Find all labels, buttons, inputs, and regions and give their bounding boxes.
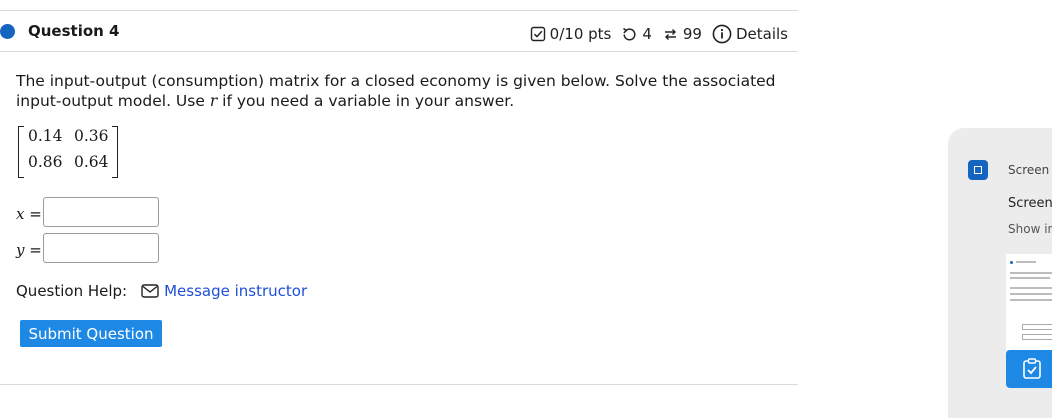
details-button[interactable]: Details [712,24,788,44]
screen-capture-icon [968,160,988,180]
panel-title: Screen [1008,196,1052,211]
message-instructor-link[interactable]: Message instructor [141,282,307,300]
submit-question-button[interactable]: Submit Question [20,320,162,347]
question-meta: 0/10 pts 4 99 Details [520,24,788,44]
thumbnail-line [1010,299,1052,301]
matrix-cell: 0.86 [28,153,63,171]
panel-header: Screen [968,160,1049,180]
question-help: Question Help: Message instructor [16,282,307,300]
x-answer-input[interactable] [43,197,159,227]
attempts-indicator: 99 [662,25,702,43]
matrix-right-bracket [112,126,118,178]
thumbnail-line [1016,261,1036,263]
question-title: Question 4 [28,22,120,40]
retries-count: 4 [642,25,652,43]
x-answer-label: x = [16,205,42,223]
thumbnail-line [1010,272,1052,274]
attempts-count: 99 [682,25,702,43]
consumption-matrix: 0.14 0.36 0.86 0.64 [18,126,118,178]
retries-indicator: 4 [621,25,652,43]
matrix-left-bracket [18,126,24,178]
panel-action-button[interactable] [1006,350,1052,388]
matrix-cell: 0.36 [74,127,109,145]
thumbnail-input [1022,334,1052,340]
question-status-dot [0,24,15,39]
cycle-icon [664,28,676,40]
thumbnail-line [1010,293,1052,295]
panel-subtitle: Show in [1008,222,1052,236]
mail-icon [141,284,159,298]
points-indicator: 0/10 pts [530,25,612,43]
bottom-divider [0,384,798,385]
question-text: The input-output (consumption) matrix fo… [16,72,776,110]
thumbnail-line [1010,287,1052,289]
details-label: Details [735,25,788,43]
points-text: 0/10 pts [549,25,612,43]
question-help-label: Question Help: [16,282,128,300]
screen-side-panel: Screen Screen Show in [948,128,1052,418]
thumbnail-dot [1010,261,1013,264]
info-icon [712,24,732,44]
top-divider [0,10,798,11]
screen-thumbnail[interactable] [1006,254,1052,350]
retry-icon [623,27,636,40]
checkbox-icon [530,26,545,42]
clipboard-check-icon [1023,358,1041,379]
matrix-cell: 0.14 [28,127,63,145]
thumbnail-line [1010,277,1050,279]
matrix-cell: 0.64 [74,153,109,171]
header-divider [0,51,798,52]
thumbnail-input [1022,324,1052,330]
y-answer-input[interactable] [43,233,159,263]
y-answer-label: y = [16,241,42,259]
